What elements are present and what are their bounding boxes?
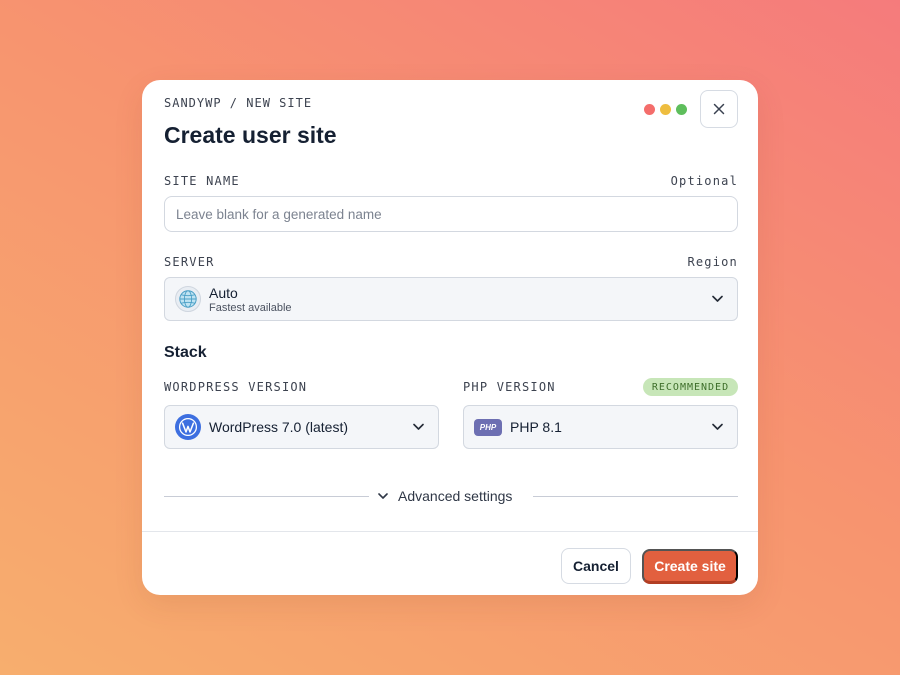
wordpress-version-select[interactable]: WordPress 7.0 (latest) — [164, 405, 439, 449]
server-text: Auto Fastest available — [209, 285, 292, 314]
chevron-down-icon — [413, 423, 424, 430]
window-dot-green[interactable] — [676, 104, 687, 115]
advanced-settings-toggle[interactable]: Advanced settings — [378, 486, 512, 506]
wordpress-icon — [175, 414, 201, 440]
wordpress-version-label: WORDPRESS VERSION — [164, 380, 308, 394]
cancel-button[interactable]: Cancel — [561, 548, 631, 584]
php-version-label: PHP VERSION — [463, 380, 556, 394]
server-subtitle: Fastest available — [209, 301, 292, 314]
stack-heading: Stack — [164, 344, 207, 361]
site-name-label: SITE NAME — [164, 174, 240, 188]
chevron-down-icon — [712, 423, 723, 430]
window-dot-red[interactable] — [644, 104, 655, 115]
advanced-divider-left — [164, 496, 369, 497]
php-icon: PHP — [474, 418, 502, 436]
wordpress-version-value: WordPress 7.0 (latest) — [209, 419, 349, 435]
recommended-badge: RECOMMENDED — [643, 378, 738, 396]
advanced-settings-label: Advanced settings — [398, 488, 513, 504]
breadcrumb: SANDYWP / NEW SITE — [164, 96, 313, 110]
site-name-input[interactable]: Leave blank for a generated name — [164, 196, 738, 232]
server-selected-value: Auto — [209, 284, 238, 301]
site-name-placeholder: Leave blank for a generated name — [176, 206, 382, 222]
chevron-down-icon — [378, 492, 388, 499]
close-icon — [713, 103, 725, 115]
server-select[interactable]: Auto Fastest available — [164, 277, 738, 321]
chevron-down-icon — [712, 295, 723, 302]
server-label: SERVER — [164, 255, 215, 269]
window-controls — [644, 104, 687, 115]
window-dot-yellow[interactable] — [660, 104, 671, 115]
site-name-optional-hint: Optional — [670, 174, 738, 188]
close-button[interactable] — [700, 90, 738, 128]
server-region-hint: Region — [687, 255, 738, 269]
advanced-divider-right — [533, 496, 738, 497]
globe-icon — [175, 286, 201, 312]
create-site-button[interactable]: Create site — [642, 549, 738, 584]
php-version-select[interactable]: PHP PHP 8.1 — [463, 405, 738, 449]
create-site-dialog: SANDYWP / NEW SITE Create user site SITE… — [142, 80, 758, 595]
dialog-title: Create user site — [164, 122, 337, 148]
footer-divider — [142, 531, 758, 532]
php-version-value: PHP 8.1 — [510, 419, 562, 435]
